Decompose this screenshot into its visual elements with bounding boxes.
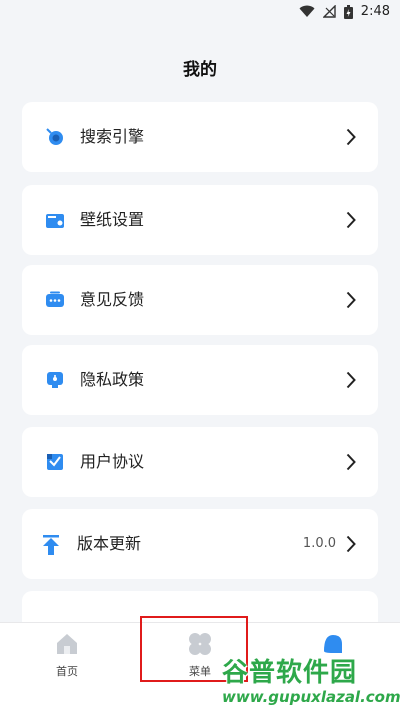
menu-item-label: 壁纸设置 [80,210,145,229]
watermark-logo: 谷普软件园 www.gupuxlazal.com [222,652,400,708]
nav-item-home[interactable]: 首页 [27,631,107,679]
wallpaper-icon [46,211,64,229]
version-number: 1.0.0 [302,536,336,551]
status-icons: 2:48 [299,4,390,19]
watermark-url: www.gupuxlazal.com [222,688,400,706]
status-time: 2:48 [360,4,390,19]
watermark-title: 谷普软件园 [222,658,358,688]
menu-item-agreement[interactable]: 用户协议 [22,427,378,497]
chevron-right-icon [346,371,356,389]
menu-item-search-engine[interactable]: 搜索引擎 [22,102,378,172]
search-engine-icon [46,128,64,146]
page-title: 我的 [183,60,217,80]
menu-item-label: 意见反馈 [80,290,145,309]
chevron-right-icon [346,291,356,309]
menu-item-feedback[interactable]: 意见反馈 [22,265,378,335]
status-bar: 2:48 [0,0,400,24]
signal-icon [322,5,336,18]
chevron-right-icon [346,128,356,146]
menu-item-label: 隐私政策 [80,370,145,389]
chevron-right-icon [346,535,356,553]
menu-item-wallpaper[interactable]: 壁纸设置 [22,185,378,255]
agreement-icon [46,453,64,471]
privacy-icon [46,371,64,389]
chevron-right-icon [346,211,356,229]
chevron-right-icon [346,453,356,471]
menu-item-label: 用户协议 [80,452,145,471]
menu-item-update[interactable]: 版本更新 1.0.0 [22,509,378,579]
menu-item-label: 搜索引擎 [80,127,145,146]
battery-icon [343,4,353,19]
menu-item-label: 版本更新 [77,534,142,553]
wifi-icon [299,5,315,18]
feedback-icon [46,291,64,309]
nav-label: 首页 [56,665,78,678]
update-icon [42,535,60,555]
home-icon [54,631,80,657]
menu-item-privacy[interactable]: 隐私政策 [22,345,378,415]
